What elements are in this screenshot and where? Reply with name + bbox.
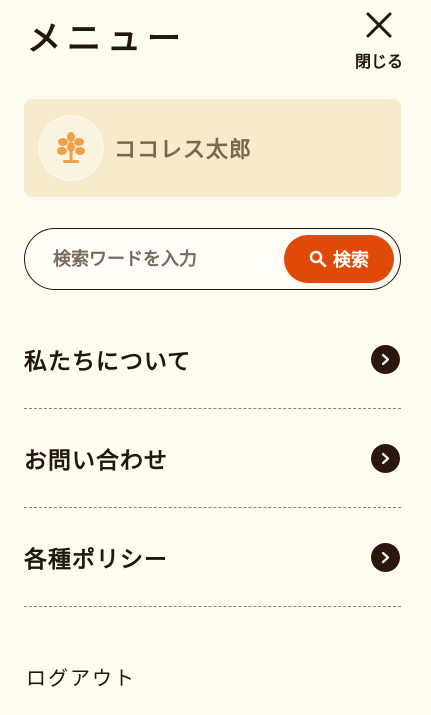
close-button[interactable]: 閉じる [349,10,409,72]
search-button[interactable]: 検索 [284,235,394,283]
search-button-label: 検索 [333,250,369,271]
close-icon [366,12,392,38]
chevron-right-icon [371,543,400,572]
search-bar: 検索 [24,228,401,290]
chevron-right-icon [371,345,400,374]
search-icon [309,250,327,268]
menu-header: メニュー 閉じる [0,0,431,80]
nav-item-label: 各種ポリシー [24,547,168,573]
leaf-logo-icon [57,132,85,163]
nav-list: 私たちについて お問い合わせ 各種ポリシー [24,310,401,607]
page-title: メニュー [27,19,187,59]
avatar [40,117,102,179]
user-name: ココレス太郎 [114,138,253,163]
logout-link[interactable]: ログアウト [26,662,136,691]
nav-item-about[interactable]: 私たちについて [24,310,401,409]
search-input[interactable] [53,244,273,274]
user-card: ココレス太郎 [24,99,401,197]
nav-item-policies[interactable]: 各種ポリシー [24,508,401,607]
nav-item-label: 私たちについて [24,349,192,375]
nav-item-contact[interactable]: お問い合わせ [24,409,401,508]
chevron-right-icon [371,444,400,473]
nav-item-label: お問い合わせ [24,448,168,474]
close-label: 閉じる [354,52,403,71]
